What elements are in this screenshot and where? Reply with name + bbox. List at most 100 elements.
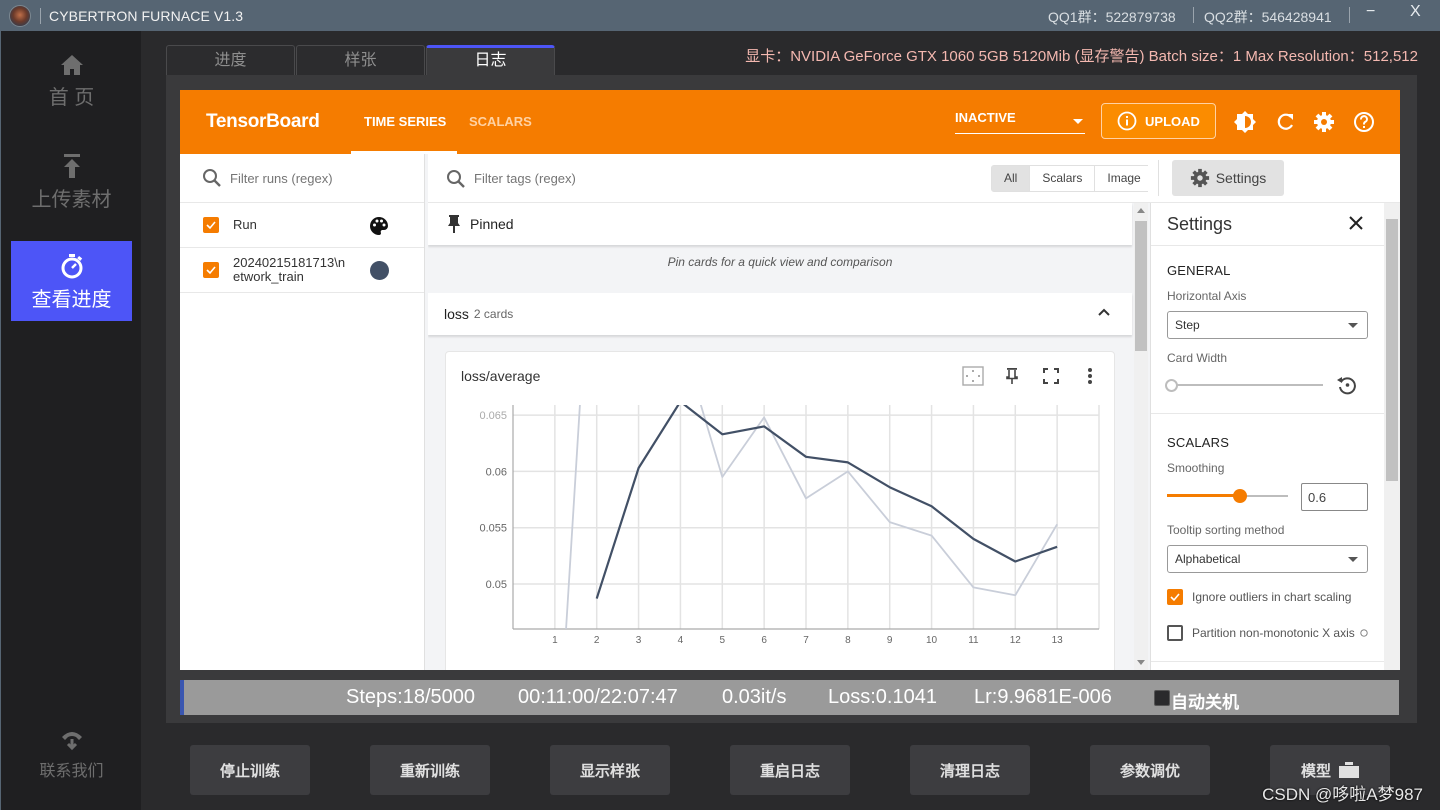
x-tick-label: 5 bbox=[720, 635, 726, 646]
settings-scrollbar[interactable] bbox=[1384, 203, 1400, 670]
minimize-button[interactable]: − bbox=[1366, 3, 1375, 21]
general-heading: GENERAL bbox=[1167, 263, 1231, 278]
tab-progress[interactable]: 进度 bbox=[166, 45, 295, 75]
type-filter-all[interactable]: All bbox=[992, 166, 1031, 191]
close-icon[interactable] bbox=[1348, 215, 1364, 231]
tooltip-sort-label: Tooltip sorting method bbox=[1167, 523, 1285, 537]
button-label: 参数调优 bbox=[1119, 762, 1180, 780]
horizontal-axis-select[interactable]: Step bbox=[1167, 311, 1368, 339]
card-width-slider[interactable] bbox=[1165, 378, 1323, 392]
slider-fill bbox=[1167, 494, 1240, 497]
run-row: 20240215181713\n etwork_train bbox=[180, 248, 424, 293]
smoothing-slider[interactable] bbox=[1167, 489, 1288, 503]
run-checkbox[interactable] bbox=[203, 262, 219, 278]
palette-icon[interactable] bbox=[369, 216, 389, 236]
main-tabs: 进度 样张 日志 bbox=[166, 45, 556, 75]
plugin-select[interactable]: INACTIVE bbox=[955, 110, 1085, 134]
sidebar-item-home[interactable]: 首 页 bbox=[11, 53, 132, 110]
help-small-icon[interactable] bbox=[1360, 629, 1368, 637]
scalar-card: loss/average 1 2 3 4 5 6 7 8 9 10 11 12 13 0.05 0.055 0… bbox=[445, 351, 1115, 670]
close-button[interactable]: X bbox=[1410, 3, 1421, 21]
sidebar-item-label: 上传素材 bbox=[31, 189, 112, 211]
smoothing-input[interactable] bbox=[1301, 483, 1368, 511]
pinned-title: Pinned bbox=[470, 216, 514, 232]
refresh-icon[interactable] bbox=[1274, 111, 1296, 133]
show-samples-button[interactable]: 显示样张 bbox=[550, 745, 670, 795]
card-group-header[interactable]: loss 2 cards bbox=[428, 293, 1132, 335]
settings-button[interactable]: Settings bbox=[1172, 160, 1284, 196]
divider bbox=[1151, 245, 1385, 246]
param-tuning-button[interactable]: 参数调优 bbox=[1090, 745, 1210, 795]
dropdown-caret-icon bbox=[1348, 557, 1358, 562]
more-options-icon[interactable] bbox=[1077, 366, 1102, 386]
app-title: CYBERTRON FURNACE V1.3 bbox=[49, 7, 244, 24]
ignore-outliers-checkbox[interactable] bbox=[1167, 589, 1183, 605]
type-filter-image[interactable]: Image bbox=[1095, 166, 1154, 191]
scrollbar-thumb[interactable] bbox=[1135, 221, 1147, 351]
auto-shutdown-checkbox[interactable] bbox=[1154, 690, 1170, 706]
sidebar-item-progress[interactable]: 查看进度 bbox=[11, 241, 132, 321]
run-color-swatch[interactable] bbox=[370, 261, 389, 280]
help-icon[interactable] bbox=[1353, 111, 1375, 133]
loss-chart[interactable]: 1 2 3 4 5 6 7 8 9 10 11 12 130.050.0550.060.065 bbox=[446, 397, 1116, 670]
runs-filter bbox=[180, 154, 424, 203]
pinned-empty-message: Pin cards for a quick view and compariso… bbox=[667, 255, 893, 269]
settings-gear-icon[interactable] bbox=[1313, 111, 1335, 133]
sidebar-item-upload[interactable]: 上传素材 bbox=[11, 153, 132, 212]
fullscreen-icon[interactable] bbox=[1038, 366, 1063, 386]
tooltip-sort-select[interactable]: Alphabetical bbox=[1167, 545, 1368, 573]
qq2-group: QQ2群：546428941 bbox=[1204, 9, 1332, 25]
x-tick-label: 7 bbox=[803, 635, 809, 646]
x-tick-label: 8 bbox=[845, 635, 851, 646]
x-tick-label: 10 bbox=[926, 635, 938, 646]
upload-button[interactable]: UPLOAD bbox=[1101, 103, 1216, 139]
tab-logs[interactable]: 日志 bbox=[426, 45, 555, 75]
upload-icon bbox=[63, 154, 80, 178]
runs-filter-input[interactable] bbox=[230, 170, 400, 186]
tensorboard-view: TensorBoard TIME SERIES SCALARS INACTIVE… bbox=[180, 90, 1400, 670]
check-icon bbox=[206, 266, 216, 275]
cards-scrollbar[interactable] bbox=[1134, 203, 1148, 670]
chevron-up-icon[interactable] bbox=[1096, 305, 1112, 321]
pin-card-icon[interactable] bbox=[999, 366, 1024, 386]
plugin-select-value: INACTIVE bbox=[955, 110, 1016, 125]
button-label: 停止训练 bbox=[219, 762, 280, 780]
run-all-checkbox[interactable] bbox=[203, 217, 219, 233]
slider-thumb[interactable] bbox=[1232, 489, 1247, 503]
type-filter-scalars[interactable]: Scalars bbox=[1030, 166, 1096, 191]
button-label: 模型 bbox=[1300, 762, 1331, 780]
run-label: Run bbox=[233, 217, 257, 232]
divider bbox=[1151, 413, 1385, 414]
fit-domain-icon[interactable] bbox=[960, 366, 985, 386]
tab-scalars[interactable]: SCALARS bbox=[469, 114, 532, 129]
stop-training-button[interactable]: 停止训练 bbox=[190, 745, 310, 795]
dropdown-caret-icon bbox=[1073, 119, 1083, 124]
sidebar-item-contact[interactable]: 联系我们 bbox=[11, 729, 132, 781]
scrollbar-thumb[interactable] bbox=[1386, 219, 1398, 481]
tab-samples[interactable]: 样张 bbox=[296, 45, 425, 75]
slider-thumb[interactable] bbox=[1165, 379, 1178, 392]
clear-log-button[interactable]: 清理日志 bbox=[910, 745, 1030, 795]
group-name: loss bbox=[444, 306, 469, 322]
theme-toggle-icon[interactable] bbox=[1234, 111, 1256, 133]
scroll-down-arrow-icon[interactable] bbox=[1137, 660, 1145, 665]
x-tick-label: 13 bbox=[1052, 635, 1064, 646]
home-icon bbox=[60, 55, 83, 75]
upload-label: UPLOAD bbox=[1145, 113, 1200, 129]
reset-icon[interactable] bbox=[1336, 374, 1358, 396]
tab-time-series[interactable]: TIME SERIES bbox=[364, 114, 446, 129]
speed-readout: 0.03it/s bbox=[722, 686, 787, 708]
steps-readout: Steps:18/5000 bbox=[346, 686, 475, 708]
tags-filter-input[interactable] bbox=[474, 171, 644, 186]
restart-training-button[interactable]: 重新训练 bbox=[370, 745, 490, 795]
partition-label: Partition non-monotonic X axis bbox=[1192, 626, 1355, 640]
watermark: CSDN @哆啦A梦987 bbox=[1262, 785, 1423, 804]
runs-panel: Run 20240215181713\network_train bbox=[180, 154, 425, 670]
y-tick-label: 0.055 bbox=[479, 523, 507, 535]
partition-checkbox[interactable] bbox=[1167, 625, 1183, 641]
settings-panel: Settings GENERAL Horizontal Axis Step Ca… bbox=[1150, 203, 1385, 670]
time-readout: 00:11:00/22:07:47 bbox=[518, 686, 678, 708]
divider bbox=[1151, 661, 1385, 662]
restart-log-button[interactable]: 重启日志 bbox=[730, 745, 850, 795]
scroll-up-arrow-icon[interactable] bbox=[1137, 208, 1145, 213]
